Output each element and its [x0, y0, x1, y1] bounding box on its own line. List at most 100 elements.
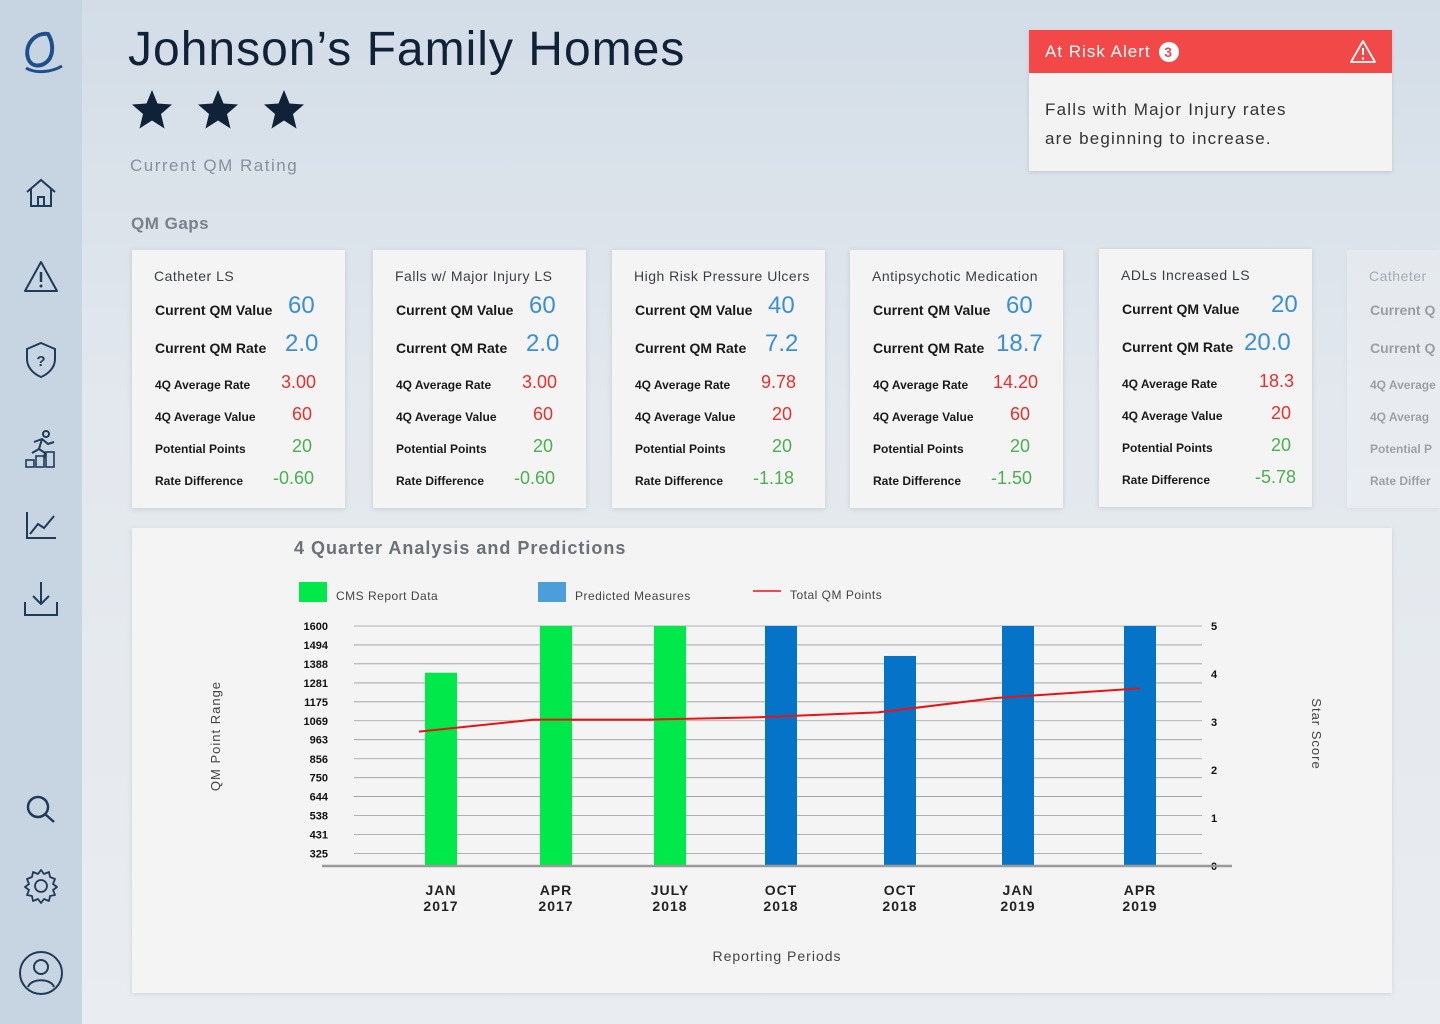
avg-value: 20	[1271, 403, 1292, 423]
qm-label: Current QM Rate	[635, 340, 747, 356]
rate-difference: -1.50	[991, 468, 1033, 488]
quarter-analysis-chart-panel: 4 Quarter Analysis and Predictions CMS R…	[132, 528, 1392, 993]
qm-label: 4Q Average Value	[396, 410, 497, 424]
qm-card-pressure-ulcers[interactable]: High Risk Pressure Ulcers Current QM Val…	[612, 250, 825, 508]
x-tick-label: 2017	[423, 898, 458, 914]
qm-label: Current QM Rate	[155, 340, 267, 356]
qm-label: 4Q Average Rate	[396, 378, 492, 392]
alert-icon[interactable]	[20, 256, 62, 298]
x-tick-label: 2018	[763, 898, 798, 914]
avg-rate: 3.00	[522, 372, 558, 392]
qm-label: Rate Differ	[1370, 474, 1431, 488]
qm-label: Potential Points	[1122, 441, 1213, 455]
svg-text:?: ?	[36, 353, 45, 370]
user-icon[interactable]	[18, 950, 64, 996]
line-chart-icon[interactable]	[20, 504, 62, 546]
shield-question-icon[interactable]: ?	[20, 339, 62, 381]
avg-value: 20	[772, 404, 793, 424]
x-tick-label: 2018	[882, 898, 917, 914]
qm-label: Current QM Rate	[873, 340, 985, 356]
risk-alert-message-line: are beginning to increase.	[1045, 129, 1272, 148]
potential-points: 20	[533, 436, 554, 456]
y2-axis-label: Star Score	[1309, 698, 1324, 769]
y-tick-label: 1494	[304, 640, 329, 652]
y2-tick-label: 1	[1211, 813, 1217, 825]
qm-label: Rate Difference	[155, 474, 244, 488]
qm-card-title: Falls w/ Major Injury LS	[395, 268, 553, 284]
risk-alert-title: At Risk Alert	[1045, 41, 1151, 61]
risk-alert-message: Falls with Major Injury rates are beginn…	[1029, 73, 1392, 153]
y-tick-label: 750	[310, 773, 328, 785]
home-icon[interactable]	[20, 172, 62, 214]
download-icon[interactable]	[20, 578, 62, 620]
legend-swatch	[299, 582, 327, 602]
rate-difference: -1.18	[753, 468, 795, 488]
risk-alert-panel[interactable]: At Risk Alert 3 Falls with Major Injury …	[1029, 30, 1392, 171]
qm-card-catheter[interactable]: Catheter LS Current QM Value 60 Current Q…	[132, 250, 345, 508]
qm-label: Current QM Value	[155, 302, 273, 318]
qm-label: Potential Points	[873, 442, 964, 456]
rate-difference: -5.78	[1255, 467, 1297, 487]
avg-rate: 18.3	[1259, 371, 1295, 391]
y2-tick-label: 2	[1211, 765, 1217, 777]
qm-label: 4Q Average Value	[873, 410, 974, 424]
qm-label: Potential Points	[396, 442, 487, 456]
current-qm-value: 20	[1271, 291, 1298, 318]
qm-label: Rate Difference	[1122, 473, 1211, 487]
qm-card-title: ADLs Increased LS	[1121, 267, 1251, 283]
activity-icon[interactable]	[20, 426, 62, 468]
current-qm-rate: 2.0	[526, 330, 560, 357]
qm-label: 4Q Average Rate	[635, 378, 731, 392]
qm-label: Potential Points	[155, 442, 246, 456]
qm-label: Current QM Value	[635, 302, 753, 318]
risk-alert-header[interactable]: At Risk Alert 3	[1029, 30, 1392, 73]
qm-label: Current QM Value	[873, 302, 991, 318]
qm-card-antipsychotic[interactable]: Antipsychotic Medication Current QM Valu…	[850, 250, 1063, 508]
rate-difference: -0.60	[514, 468, 556, 488]
y-tick-label: 1281	[304, 678, 328, 690]
y-tick-label: 856	[310, 754, 328, 766]
chart-bar	[654, 626, 686, 866]
qm-card-falls[interactable]: Falls w/ Major Injury LS Current QM Valu…	[373, 250, 586, 508]
x-tick-label: OCT	[765, 882, 798, 898]
qm-card-title: Catheter LS	[154, 268, 235, 284]
potential-points: 20	[1010, 436, 1031, 456]
current-qm-value: 60	[288, 292, 315, 319]
y-tick-label: 1388	[304, 659, 328, 671]
y2-tick-label: 5	[1211, 621, 1217, 633]
x-tick-label: JAN	[425, 882, 456, 898]
search-icon[interactable]	[20, 788, 62, 830]
avg-value: 60	[1010, 404, 1031, 424]
qm-label: Current QM Value	[1122, 301, 1240, 317]
sidebar: ?	[0, 0, 82, 1024]
qm-card-partial[interactable]: Catheter Current Q Current Q 4Q Average …	[1347, 250, 1440, 508]
qm-label: Current Q	[1370, 302, 1436, 318]
potential-points: 20	[1271, 435, 1292, 455]
qm-label: Rate Difference	[635, 474, 724, 488]
x-axis-label: Reporting Periods	[712, 948, 841, 964]
potential-points: 20	[292, 436, 313, 456]
chart-bar	[425, 672, 457, 866]
qm-label: 4Q Average Rate	[155, 378, 251, 392]
y-axis-label: QM Point Range	[208, 681, 223, 791]
current-qm-rate: 20.0	[1244, 329, 1291, 356]
qm-card-title: High Risk Pressure Ulcers	[634, 268, 810, 284]
legend-label: CMS Report Data	[336, 589, 438, 603]
logo-icon[interactable]	[18, 28, 66, 76]
avg-rate: 3.00	[281, 372, 317, 392]
star-icon	[198, 90, 238, 129]
legend-swatch	[538, 582, 566, 602]
x-tick-label: JULY	[651, 882, 690, 898]
qm-label: 4Q Average Value	[1122, 409, 1223, 423]
y-tick-label: 1069	[304, 716, 328, 728]
qm-label: 4Q Average Rate	[873, 378, 969, 392]
qm-label: Potential Points	[635, 442, 726, 456]
qm-label: 4Q Average Value	[635, 410, 736, 424]
y-tick-label: 963	[310, 735, 328, 747]
rate-difference: -0.60	[273, 468, 315, 488]
rating-label: Current QM Rating	[130, 156, 299, 175]
avg-value: 60	[292, 404, 313, 424]
qm-card-adls[interactable]: ADLs Increased LS Current QM Value 20 Cur…	[1099, 249, 1312, 507]
gear-icon[interactable]	[20, 865, 62, 907]
y-tick-label: 538	[310, 811, 328, 823]
